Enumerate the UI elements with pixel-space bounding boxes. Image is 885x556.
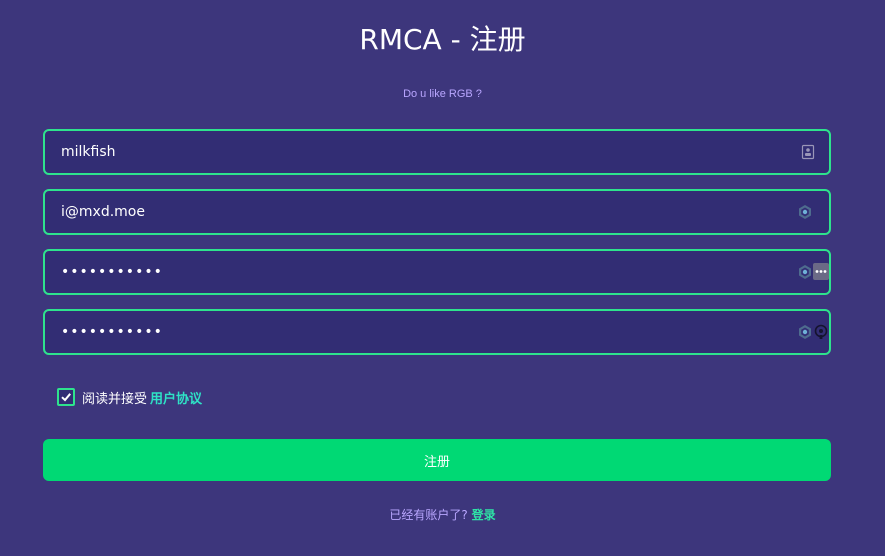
email-field[interactable] xyxy=(43,189,831,235)
more-dots-icon[interactable] xyxy=(813,263,829,280)
password-manager-icon[interactable] xyxy=(797,264,813,280)
username-field[interactable] xyxy=(43,129,831,175)
password-manager-icon[interactable] xyxy=(797,324,813,340)
page-subtitle: Do u like RGB ? xyxy=(403,88,482,100)
confirm-password-field[interactable] xyxy=(43,309,831,355)
check-icon xyxy=(61,393,71,402)
password-input[interactable] xyxy=(61,251,761,293)
contact-card-icon[interactable] xyxy=(800,144,816,160)
login-link[interactable]: 登录 xyxy=(472,508,496,522)
email-input[interactable] xyxy=(61,191,761,233)
login-prompt-row: 已经有账户了? 登录 xyxy=(0,506,885,523)
confirm-password-input[interactable] xyxy=(61,311,761,353)
login-prompt-text: 已经有账户了? xyxy=(389,508,468,522)
password-field[interactable] xyxy=(43,249,831,295)
register-button[interactable]: 注册 xyxy=(43,439,831,481)
page-title: RMCA - 注册 xyxy=(359,23,526,56)
user-agreement-link[interactable]: 用户协议 xyxy=(150,388,202,407)
password-manager-icon[interactable] xyxy=(797,204,813,220)
key-icon[interactable] xyxy=(813,324,829,340)
agreement-text: 阅读并接受 xyxy=(82,391,148,407)
agreement-row: 阅读并接受 用户协议 xyxy=(57,387,202,407)
agreement-checkbox[interactable] xyxy=(57,388,75,406)
username-input[interactable] xyxy=(61,131,761,173)
